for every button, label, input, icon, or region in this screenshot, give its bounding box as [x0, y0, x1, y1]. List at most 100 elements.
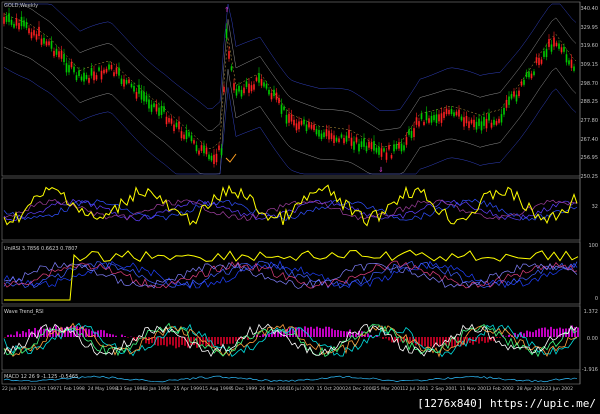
- wave-histogram-bar: [229, 337, 231, 344]
- candle-body: [450, 109, 453, 115]
- candle-body: [48, 41, 50, 46]
- candle-body: [160, 106, 163, 115]
- watermark: [1276x840] https://upic.me/: [417, 397, 596, 410]
- candle-body: [148, 99, 150, 109]
- candle-body: [8, 13, 10, 23]
- wave-histogram-bar: [181, 337, 183, 345]
- candle-body: [40, 38, 43, 45]
- candle-body: [418, 121, 420, 127]
- pane2-band-line: [3, 198, 578, 222]
- wave-histogram-bar: [121, 334, 123, 337]
- candle-body: [473, 119, 475, 128]
- candle-body: [193, 140, 195, 144]
- date-axis-label: 25 Apr 1999: [173, 387, 202, 392]
- price-axis-label: 256.95: [580, 155, 599, 162]
- pane-frame: [1, 371, 581, 385]
- candle-body: [250, 85, 253, 92]
- candle-body: [143, 91, 145, 102]
- candle-body: [110, 64, 113, 70]
- wave-histogram-bar: [349, 329, 351, 337]
- candle-body: [178, 121, 180, 130]
- wave-histogram-bar: [106, 333, 108, 337]
- candle-body: [25, 22, 28, 28]
- candle-body: [83, 72, 85, 82]
- rsi-axis-bottom: 0: [594, 296, 598, 302]
- candle-body: [230, 66, 233, 71]
- candle-body: [135, 92, 138, 99]
- rsi-pane-label: UniRSI 3.7856 0.6623 0.7807: [4, 246, 78, 252]
- pane2-band-line: [3, 198, 578, 222]
- candle-body: [380, 148, 383, 157]
- wave-histogram-bar: [220, 337, 222, 346]
- candle-body: [353, 141, 355, 150]
- candle-body: [475, 121, 478, 130]
- wave-histogram-bar: [262, 334, 264, 337]
- candle-body: [343, 137, 345, 144]
- candle-body: [253, 84, 255, 90]
- candle-body: [350, 137, 353, 146]
- candle-body: [55, 48, 58, 55]
- price-axis-label: 288.25: [580, 99, 599, 106]
- candle-body: [420, 114, 423, 120]
- wave-histogram-bar: [268, 333, 270, 337]
- wave-histogram-bar: [421, 337, 423, 347]
- candle-body: [463, 117, 465, 127]
- candle-body: [360, 141, 363, 148]
- wave-histogram-bar: [16, 331, 18, 337]
- candle-body: [95, 75, 98, 80]
- wave-axis-bottom: -1.916: [581, 367, 598, 373]
- wave-histogram-bar: [103, 330, 105, 337]
- candle-body: [438, 114, 440, 122]
- wave-histogram-bar: [235, 337, 237, 342]
- candle-body: [180, 131, 183, 139]
- candle-body: [270, 92, 273, 100]
- date-axis-label: 28 Apr 2002: [516, 387, 546, 392]
- candle-body: [453, 112, 455, 117]
- candle-body: [28, 28, 30, 34]
- candle-body: [545, 48, 548, 58]
- candle-body: [428, 118, 430, 123]
- candle-body: [233, 83, 235, 91]
- wave-histogram-bar: [175, 337, 177, 349]
- candle-body: [228, 51, 230, 59]
- candle-body: [373, 141, 375, 151]
- wave-histogram-bar: [259, 335, 261, 337]
- candle-body: [63, 53, 65, 63]
- wave-histogram-bar: [214, 337, 216, 346]
- candle-body: [478, 118, 480, 126]
- date-axis-label: 12 Oct 1997: [30, 387, 59, 392]
- date-axis-label: 1 Feb 1998: [59, 387, 85, 392]
- candle-body: [400, 143, 403, 152]
- wave-pane-label: Wave Trend_RSI: [4, 309, 44, 315]
- wave-histogram-bar: [31, 331, 33, 337]
- candle-body: [15, 18, 18, 26]
- wave-histogram-bar: [388, 337, 390, 341]
- candle-body: [158, 107, 160, 116]
- price-axis-label: 298.70: [580, 80, 599, 87]
- wave-histogram-bar: [301, 329, 303, 337]
- candle-body: [78, 70, 80, 76]
- candle-body: [258, 73, 260, 83]
- wave-histogram-bar: [487, 337, 489, 343]
- candle-body: [150, 104, 153, 112]
- wave-histogram-bar: [556, 328, 558, 337]
- candle-body: [70, 62, 73, 68]
- candle-body: [188, 132, 190, 137]
- wave-histogram-bar: [169, 337, 171, 345]
- chart-canvas[interactable]: ⇑⇓: [0, 0, 600, 414]
- candle-body: [370, 142, 373, 150]
- candle-body: [165, 116, 168, 125]
- candle-body: [518, 90, 520, 97]
- chart-window[interactable]: ⇑ ⇓ GOLD,Weekly UniRSI 3.7856 0.6623 0.78…: [0, 0, 600, 414]
- candle-body: [495, 121, 498, 125]
- wave-histogram-bar: [160, 337, 162, 346]
- wave-histogram-bar: [532, 332, 534, 337]
- price-axis-label: 309.15: [580, 62, 599, 68]
- date-axis-label: 25 Mar 2001: [373, 387, 403, 392]
- candle-body: [280, 104, 283, 114]
- wave-histogram-bar: [109, 333, 111, 337]
- date-axis-label: 15 Aug 1999: [202, 387, 232, 392]
- candle-body: [560, 47, 563, 53]
- candle-body: [213, 154, 215, 165]
- candle-body: [488, 113, 490, 121]
